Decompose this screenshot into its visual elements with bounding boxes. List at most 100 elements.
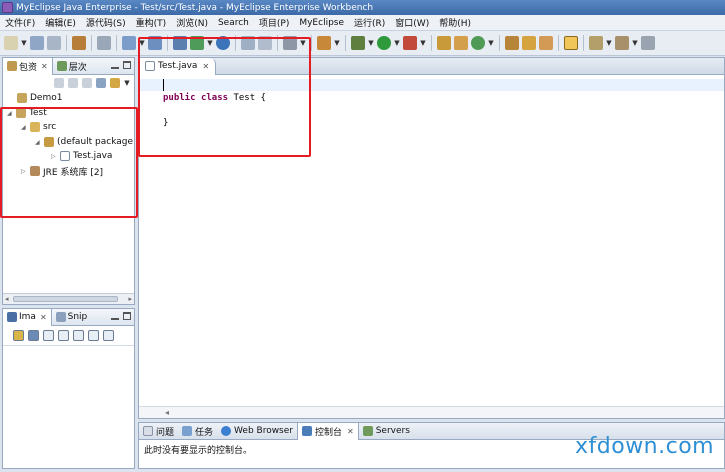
menu-run[interactable]: 运行(R)	[349, 16, 390, 29]
chevron-down-icon[interactable]: ▼	[420, 36, 426, 50]
menu-source[interactable]: 源代码(S)	[81, 16, 131, 29]
horizontal-scrollbar[interactable]: ◂ ▸	[3, 293, 134, 304]
chevron-down-icon[interactable]: ▼	[207, 36, 213, 50]
collapsed-triangle-icon[interactable]: ▷	[21, 168, 27, 175]
view-menu-icon[interactable]: ▼	[124, 76, 130, 90]
open-type-icon[interactable]	[505, 36, 519, 50]
task-icon[interactable]	[317, 36, 331, 50]
tab-package-explorer[interactable]: 包资 ✕	[3, 57, 53, 75]
zoom-in-icon[interactable]	[58, 330, 69, 341]
tab-hierarchy[interactable]: 层次	[53, 58, 91, 75]
menu-search[interactable]: Search	[213, 18, 254, 28]
tree-item-test-java[interactable]: ▷ Test.java	[51, 149, 112, 163]
rotate-icon[interactable]	[103, 330, 114, 341]
minimize-icon[interactable]	[111, 61, 119, 69]
menu-edit[interactable]: 编辑(E)	[40, 16, 81, 29]
print-icon[interactable]	[47, 36, 61, 50]
menu-help[interactable]: 帮助(H)	[434, 16, 476, 29]
tree-item-jre-library[interactable]: ▷ JRE 系统库 [2]	[21, 164, 103, 178]
menu-navigate[interactable]: 浏览(N)	[171, 16, 213, 29]
debug-icon[interactable]	[351, 36, 365, 50]
chevron-down-icon[interactable]: ▼	[21, 36, 27, 50]
link-editor-icon[interactable]	[110, 78, 120, 88]
expanded-triangle-icon[interactable]: ◢	[21, 124, 27, 131]
chevron-down-icon[interactable]: ▼	[606, 36, 612, 50]
tab-test-java[interactable]: Test.java ✕	[139, 57, 217, 75]
tab-tasks[interactable]: 任务	[178, 423, 217, 440]
highlight-icon[interactable]	[564, 36, 578, 50]
expanded-triangle-icon[interactable]: ◢	[7, 110, 13, 117]
chevron-down-icon[interactable]: ▼	[368, 36, 374, 50]
run-icon[interactable]	[377, 36, 391, 50]
scrollbar-thumb[interactable]	[13, 296, 118, 302]
collapsed-triangle-icon[interactable]: ▷	[51, 153, 57, 160]
deploy-icon[interactable]	[173, 36, 187, 50]
menu-myeclipse[interactable]: MyEclipse	[294, 18, 349, 28]
image-properties-icon[interactable]	[28, 330, 39, 341]
new-java-project-icon[interactable]	[122, 36, 136, 50]
tab-web-browser[interactable]: Web Browser	[217, 423, 297, 440]
next-annotation-icon[interactable]	[589, 36, 603, 50]
up-icon[interactable]	[82, 78, 92, 88]
scroll-right-icon[interactable]: ▸	[128, 294, 132, 304]
minimize-icon[interactable]	[111, 312, 119, 320]
compare-icon[interactable]	[241, 36, 255, 50]
pencil-icon[interactable]	[522, 36, 536, 50]
history-icon[interactable]	[258, 36, 272, 50]
browser-icon[interactable]	[216, 36, 230, 50]
window-icon[interactable]	[283, 36, 297, 50]
menu-project[interactable]: 项目(P)	[254, 16, 294, 29]
chevron-down-icon[interactable]: ▼	[139, 36, 145, 50]
chevron-down-icon[interactable]: ▼	[488, 36, 494, 50]
collapse-all-icon[interactable]	[96, 78, 106, 88]
java-file-icon	[60, 151, 70, 161]
new-icon[interactable]	[4, 36, 18, 50]
external-tools-icon[interactable]	[403, 36, 417, 50]
actual-size-icon[interactable]	[73, 330, 84, 341]
tree-item-demo1[interactable]: Demo1	[17, 91, 62, 105]
tree-item-test[interactable]: ◢ Test	[7, 106, 47, 120]
tab-console[interactable]: 控制台 ✕	[296, 422, 359, 440]
close-icon[interactable]: ✕	[202, 62, 209, 71]
tree-item-src[interactable]: ◢ src	[21, 120, 56, 134]
editor-horizontal-scrollbar[interactable]: ◂	[139, 406, 724, 418]
menu-window[interactable]: 窗口(W)	[390, 16, 434, 29]
menu-file[interactable]: 文件(F)	[0, 16, 40, 29]
scroll-left-icon[interactable]: ◂	[165, 408, 169, 417]
back-icon[interactable]	[641, 36, 655, 50]
new-class-icon[interactable]	[437, 36, 451, 50]
new-interface-icon[interactable]	[471, 36, 485, 50]
new-package-icon[interactable]	[454, 36, 468, 50]
tab-problems[interactable]: 问题	[139, 423, 178, 440]
chevron-down-icon[interactable]: ▼	[632, 36, 638, 50]
maximize-icon[interactable]	[123, 61, 131, 69]
scroll-left-icon[interactable]: ◂	[5, 294, 9, 304]
maximize-icon[interactable]	[123, 312, 131, 320]
package-icon[interactable]	[72, 36, 86, 50]
close-icon[interactable]: ✕	[41, 62, 48, 71]
previous-annotation-icon[interactable]	[615, 36, 629, 50]
close-icon[interactable]: ✕	[40, 313, 47, 322]
run-server-icon[interactable]	[190, 36, 204, 50]
tree-item-default-package[interactable]: ◢ (default package	[35, 135, 133, 149]
back-arrow-icon[interactable]	[54, 78, 64, 88]
tree-item-label: src	[43, 122, 57, 132]
close-icon[interactable]: ✕	[347, 427, 354, 436]
menu-refactor[interactable]: 重构(T)	[131, 16, 172, 29]
tab-snippets[interactable]: Snip	[52, 309, 92, 326]
chevron-down-icon[interactable]: ▼	[394, 36, 400, 50]
link-icon[interactable]	[13, 330, 24, 341]
save-icon[interactable]	[30, 36, 44, 50]
forward-arrow-icon[interactable]	[68, 78, 78, 88]
tab-servers[interactable]: Servers	[359, 423, 414, 440]
fit-icon[interactable]	[88, 330, 99, 341]
zoom-out-icon[interactable]	[43, 330, 54, 341]
search-icon[interactable]	[539, 36, 553, 50]
new-web-project-icon[interactable]	[148, 36, 162, 50]
tab-image[interactable]: Ima ✕	[3, 308, 52, 326]
code-text-area[interactable]: public class Test { }	[139, 75, 724, 408]
chevron-down-icon[interactable]: ▼	[334, 36, 340, 50]
expanded-triangle-icon[interactable]: ◢	[35, 139, 41, 146]
chevron-down-icon[interactable]: ▼	[300, 36, 306, 50]
server-icon[interactable]	[97, 36, 111, 50]
